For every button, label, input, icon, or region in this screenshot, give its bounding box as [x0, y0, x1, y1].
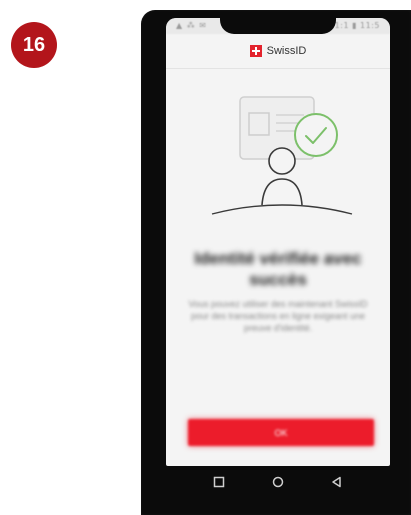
camera-notch — [220, 18, 336, 34]
status-bar-left: ▲ ⁂ ✉ — [176, 21, 207, 30]
nav-back-button[interactable] — [327, 472, 347, 492]
circle-icon — [272, 476, 284, 488]
android-nav-bar — [166, 466, 390, 498]
swiss-cross-logo-icon — [249, 45, 262, 57]
app-header: SwissID — [166, 34, 390, 69]
nav-home-button[interactable] — [268, 472, 288, 492]
success-title: Identité vérifiée avec succès — [194, 249, 362, 289]
step-number: 16 — [22, 33, 46, 56]
step-number-badge: 16 — [11, 22, 57, 68]
identity-verified-illustration-icon — [211, 96, 353, 215]
check-circle-icon — [294, 113, 338, 157]
nav-recents-button[interactable] — [209, 472, 229, 492]
triangle-back-icon — [331, 476, 341, 488]
brand-name: SwissID — [266, 45, 307, 57]
square-icon — [214, 476, 225, 488]
ground-line — [211, 204, 353, 215]
phone-screen: ▲ ⁂ ✉ ⚡ 11:1 ▮ 11:5 SwissID Identité vér… — [166, 18, 390, 466]
person-body-icon — [261, 178, 303, 206]
success-description: Vous pouvez utiliser des maintenant Swis… — [188, 299, 368, 333]
ok-button[interactable]: OK — [188, 419, 374, 446]
person-head-icon — [268, 147, 296, 175]
